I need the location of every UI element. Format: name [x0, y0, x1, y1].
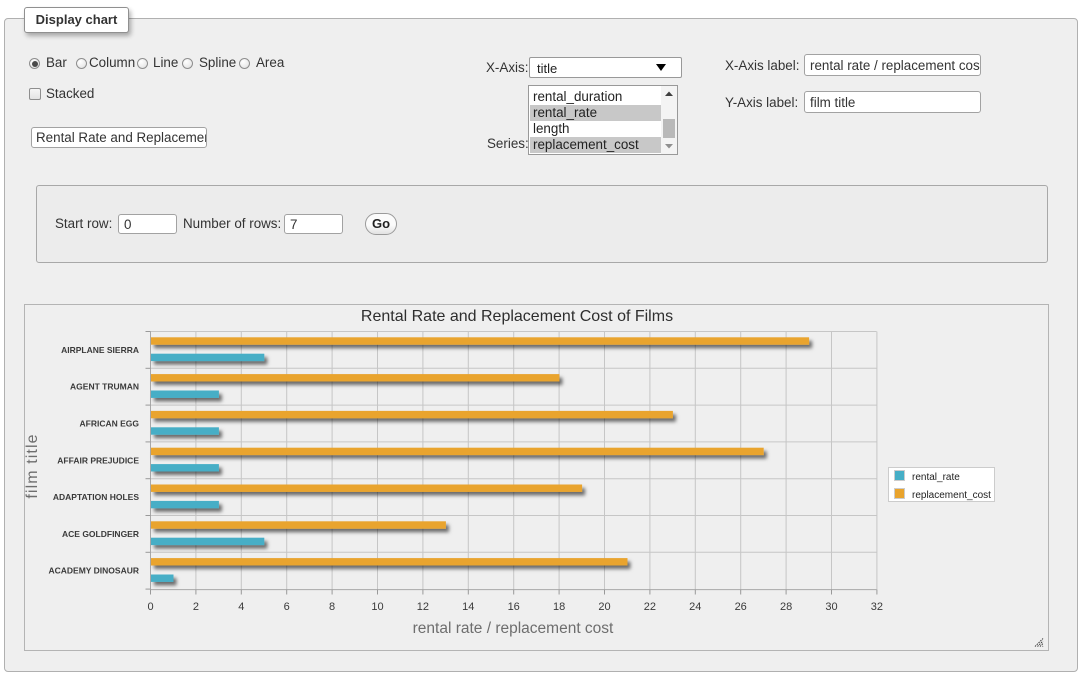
svg-text:6: 6 — [284, 601, 290, 613]
svg-text:Rental Rate and Replacement Co: Rental Rate and Replacement Cost of Film… — [361, 308, 673, 325]
svg-text:32: 32 — [871, 601, 883, 613]
svg-text:ACADEMY DINOSAUR: ACADEMY DINOSAUR — [48, 566, 139, 576]
svg-text:AFRICAN EGG: AFRICAN EGG — [80, 419, 140, 429]
svg-text:20: 20 — [598, 601, 610, 613]
svg-text:2: 2 — [193, 601, 199, 613]
svg-text:22: 22 — [644, 601, 656, 613]
svg-text:AIRPLANE SIERRA: AIRPLANE SIERRA — [61, 345, 139, 355]
svg-text:18: 18 — [553, 601, 565, 613]
svg-text:AFFAIR PREJUDICE: AFFAIR PREJUDICE — [57, 455, 139, 465]
svg-text:10: 10 — [371, 601, 383, 613]
svg-text:26: 26 — [735, 601, 747, 613]
svg-text:12: 12 — [417, 601, 429, 613]
svg-text:8: 8 — [329, 601, 335, 613]
svg-text:24: 24 — [689, 601, 701, 613]
svg-text:28: 28 — [780, 601, 792, 613]
svg-text:14: 14 — [462, 601, 474, 613]
svg-text:AGENT TRUMAN: AGENT TRUMAN — [70, 382, 139, 392]
svg-text:4: 4 — [238, 601, 244, 613]
svg-text:film title: film title — [25, 433, 41, 498]
svg-text:ADAPTATION HOLES: ADAPTATION HOLES — [53, 492, 139, 502]
svg-text:16: 16 — [508, 601, 520, 613]
svg-text:30: 30 — [825, 601, 837, 613]
svg-text:rental rate / replacement cost: rental rate / replacement cost — [413, 620, 614, 637]
svg-text:0: 0 — [147, 601, 153, 613]
svg-text:ACE GOLDFINGER: ACE GOLDFINGER — [62, 529, 139, 539]
